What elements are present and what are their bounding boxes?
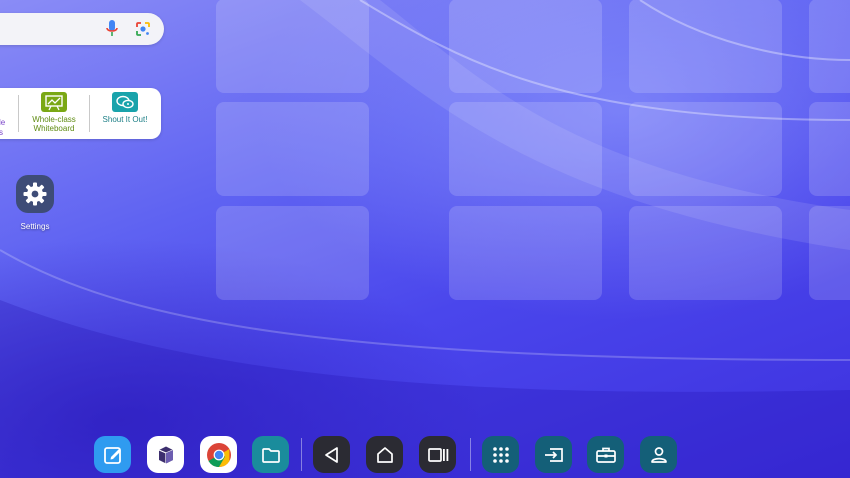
- user-icon: [650, 446, 667, 463]
- app-drawer-button[interactable]: [482, 436, 519, 473]
- whiteboard-icon: [41, 92, 67, 112]
- apps-widget: le s Whole-class Whiteboard Shout It Out…: [0, 88, 161, 139]
- search-bar[interactable]: [0, 13, 164, 45]
- widget-placeholder[interactable]: [809, 206, 850, 300]
- input-source-icon: [544, 447, 563, 462]
- widget-placeholder[interactable]: [216, 102, 369, 196]
- triangle-back-icon: [324, 446, 338, 463]
- widget-placeholder[interactable]: [216, 206, 369, 300]
- whiteboard-label: Whole-class Whiteboard: [32, 115, 76, 133]
- nav-home-button[interactable]: [366, 436, 403, 473]
- truncated-app-label[interactable]: le s: [0, 118, 5, 138]
- chrome-browser[interactable]: [200, 436, 237, 473]
- cube-icon: [158, 446, 173, 463]
- whole-class-whiteboard-app[interactable]: Whole-class Whiteboard: [19, 92, 89, 133]
- widget-placeholder[interactable]: [629, 206, 782, 300]
- widget-placeholder[interactable]: [809, 0, 850, 93]
- widget-placeholder[interactable]: [629, 0, 782, 93]
- settings-label: Settings: [20, 222, 50, 231]
- input-source-button[interactable]: [535, 436, 572, 473]
- shout-it-out-label: Shout It Out!: [102, 115, 148, 124]
- widget-placeholder[interactable]: [216, 0, 369, 93]
- folder-icon: [261, 447, 280, 463]
- gear-icon: [16, 175, 54, 213]
- settings-shortcut[interactable]: Settings: [12, 175, 58, 231]
- account-button[interactable]: [640, 436, 677, 473]
- google-lens-icon[interactable]: [135, 21, 151, 37]
- grid-dots-icon: [492, 446, 509, 463]
- widget-placeholder[interactable]: [449, 102, 602, 196]
- dock-separator: [470, 438, 471, 471]
- widget-placeholder[interactable]: [629, 102, 782, 196]
- dock-separator: [301, 438, 302, 471]
- notes-app[interactable]: [94, 436, 131, 473]
- pencil-square-icon: [103, 446, 121, 464]
- truncated-app-label-line2: s: [0, 128, 3, 137]
- nav-recents-button[interactable]: [419, 436, 456, 473]
- widget-placeholder[interactable]: [449, 0, 602, 93]
- chrome-icon: [206, 442, 231, 467]
- truncated-app-label-line1: le: [0, 118, 6, 127]
- shout-it-out-icon: [112, 92, 138, 112]
- toolbox-icon: [595, 447, 616, 463]
- toolbox-button[interactable]: [587, 436, 624, 473]
- nav-back-button[interactable]: [313, 436, 350, 473]
- home-icon: [376, 446, 393, 463]
- recents-icon: [427, 447, 448, 462]
- cube-app[interactable]: [147, 436, 184, 473]
- widget-placeholder[interactable]: [449, 206, 602, 300]
- shout-it-out-app[interactable]: Shout It Out!: [90, 92, 160, 124]
- widget-placeholder[interactable]: [809, 102, 850, 196]
- files-app[interactable]: [252, 436, 289, 473]
- microphone-icon[interactable]: [106, 20, 118, 38]
